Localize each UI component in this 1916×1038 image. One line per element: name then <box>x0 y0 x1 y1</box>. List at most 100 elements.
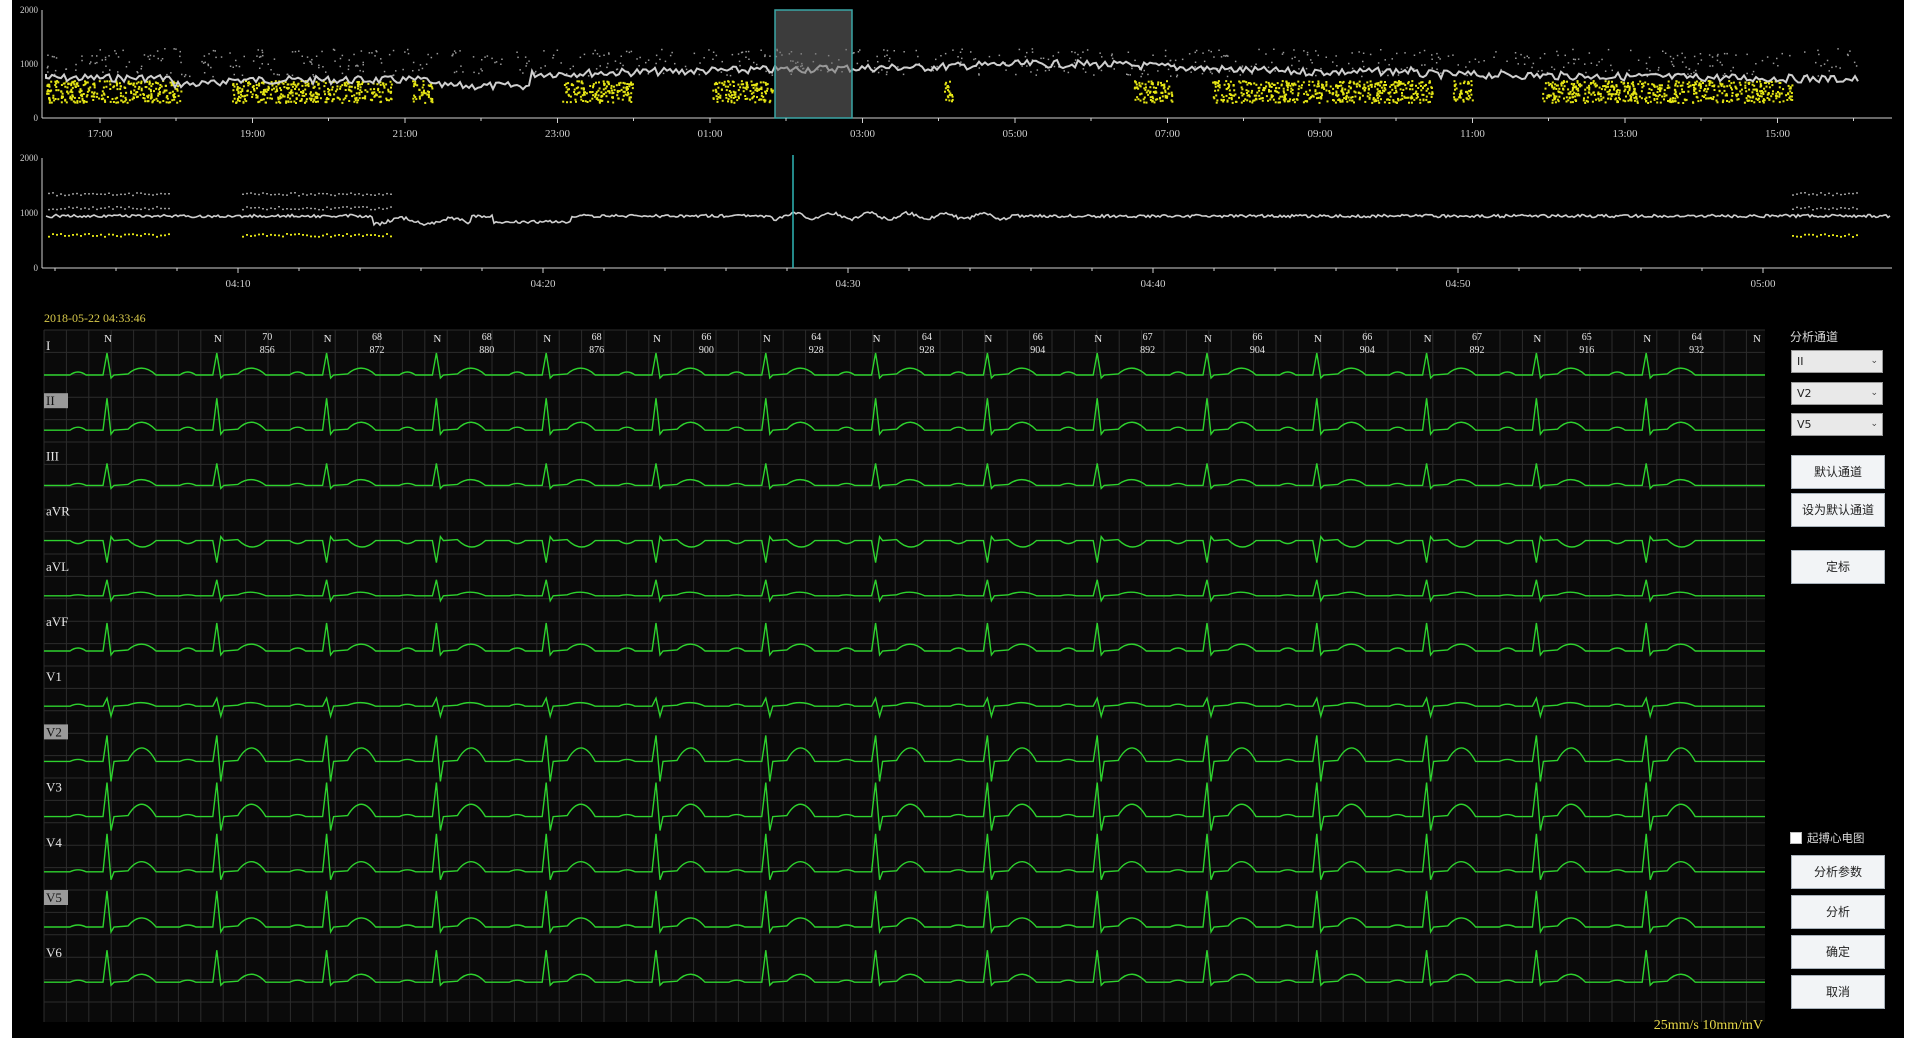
overview-beat-point <box>1150 82 1153 85</box>
cancel-button[interactable]: 取消 <box>1791 975 1885 1009</box>
overview-beat-point <box>1675 80 1678 83</box>
analyze-button[interactable]: 分析 <box>1791 895 1885 929</box>
confirm-button[interactable]: 确定 <box>1791 935 1885 969</box>
overview-beat-point <box>249 91 252 94</box>
overview-beat-point <box>1412 93 1415 95</box>
overview-beat-point <box>712 97 715 100</box>
ecg-lead-label-group[interactable]: V3 <box>46 780 62 795</box>
channel-select-1[interactable]: II ⌄ <box>1791 350 1883 373</box>
overview-beat-point <box>1758 95 1761 98</box>
overview-beat-point <box>1026 51 1028 54</box>
overview-beat-point <box>1681 52 1683 55</box>
overview-beat-point <box>574 98 577 101</box>
ecg-lead-label-group[interactable]: aVF <box>46 614 68 629</box>
overview-beat-point <box>325 98 328 101</box>
pacemaker-ecg-checkbox-row[interactable]: 起搏心电图 <box>1790 830 1865 846</box>
channel-select-3[interactable]: V5 ⌄ <box>1791 413 1883 436</box>
overview-beat-point <box>1228 97 1231 100</box>
default-channel-button[interactable]: 默认通道 <box>1791 455 1885 489</box>
overview-beat-point <box>1469 96 1472 99</box>
zoom-rr-trend[interactable]: 200010000 04:10 04:20 04:30 04:40 04:50 05:00 <box>12 150 1904 300</box>
overview-beat-point <box>1163 86 1166 89</box>
overview-beat-point <box>1681 88 1683 91</box>
ecg-lead-label-group[interactable]: V5 <box>44 890 68 905</box>
overview-beat-point <box>360 50 363 52</box>
zoom-beat-point <box>294 192 296 194</box>
ecg-12-lead-panel[interactable]: 2018-05-22 04:33:46 N N N N N N N N N N N N N N N N7085… <box>12 300 1904 1038</box>
overview-beat-point <box>655 62 657 65</box>
overview-beat-point <box>628 85 631 88</box>
overview-beat-point <box>1695 92 1698 95</box>
overview-beat-point <box>418 69 420 71</box>
calibrate-button[interactable]: 定标 <box>1791 550 1885 584</box>
overview-beat-point <box>1195 49 1198 52</box>
overview-beat-point <box>1556 98 1559 101</box>
overview-rr-trend[interactable]: 200010000 17:00 19:00 21:00 23:00 01:00 03:00… <box>12 0 1904 150</box>
overview-beat-point <box>1692 101 1695 104</box>
overview-beat-point <box>327 93 330 96</box>
overview-beat-point <box>125 91 128 94</box>
overview-beat-point <box>1722 74 1725 77</box>
overview-beat-point <box>622 90 625 93</box>
zoom-beat-point <box>342 206 344 208</box>
zoom-beat-point <box>104 235 106 238</box>
overview-beat-point <box>716 100 719 103</box>
overview-beat-point <box>1419 85 1422 87</box>
overview-beat-point <box>973 58 975 61</box>
analysis-params-button[interactable]: 分析参数 <box>1791 855 1885 889</box>
overview-beat-point <box>661 48 663 51</box>
overview-beat-point <box>1291 92 1294 95</box>
ecg-rr-interval-label: 932 <box>1689 345 1704 356</box>
channel-select-2[interactable]: V2 ⌄ <box>1791 382 1883 405</box>
overview-beat-point <box>1586 86 1589 89</box>
zoom-beat-point <box>144 207 146 209</box>
overview-beat-point <box>1735 54 1737 56</box>
overview-beat-point <box>315 80 318 83</box>
ecg-lead-label-group[interactable]: I <box>46 338 50 353</box>
overview-beat-point <box>1053 65 1056 68</box>
ecg-lead-label-group[interactable]: aVL <box>46 559 69 574</box>
overview-beat-point <box>578 80 580 83</box>
overview-beat-point <box>1342 93 1345 96</box>
overview-beat-point <box>1726 52 1728 55</box>
overview-beat-point <box>259 91 262 94</box>
overview-beat-point <box>1759 85 1762 88</box>
overview-beat-point <box>118 82 121 85</box>
overview-beat-point <box>153 55 155 57</box>
ecg-lead-label-group[interactable]: aVR <box>46 504 70 519</box>
overview-beat-point <box>81 55 83 57</box>
overview-beat-point <box>383 70 386 73</box>
overview-beat-point <box>72 95 74 98</box>
set-default-channel-button[interactable]: 设为默认通道 <box>1791 493 1885 527</box>
overview-beat-point <box>1554 83 1557 86</box>
overview-beat-point <box>357 65 359 67</box>
ecg-lead-label-group[interactable]: V1 <box>46 669 62 684</box>
ecg-lead-label-group[interactable]: V2 <box>44 724 68 740</box>
overview-beat-point <box>1541 69 1543 72</box>
ecg-lead-label-group[interactable]: V4 <box>46 835 62 850</box>
overview-beat-point <box>951 94 953 96</box>
overview-beat-point <box>1399 98 1402 101</box>
overview-beat-point <box>1305 90 1308 93</box>
ecg-lead-label-group[interactable]: III <box>46 448 59 463</box>
ecg-lead-label-group[interactable]: V6 <box>46 945 62 960</box>
overview-beat-point <box>856 62 859 65</box>
zoom-beat-point <box>64 235 66 237</box>
overview-beat-point <box>594 94 597 97</box>
pacemaker-ecg-checkbox[interactable] <box>1790 832 1802 844</box>
overview-beat-point <box>310 97 313 100</box>
overview-selection-window[interactable] <box>774 9 853 119</box>
overview-beat-point <box>575 100 577 103</box>
overview-beat-point <box>1325 81 1328 83</box>
overview-beat-point <box>1526 55 1528 57</box>
overview-beat-point <box>341 54 344 57</box>
overview-beat-point <box>1552 93 1555 96</box>
overview-beat-point <box>103 80 106 83</box>
overview-beat-point <box>315 97 318 99</box>
ecg-lead-label-group[interactable]: II <box>44 393 68 409</box>
zoom-beat-point <box>370 208 372 211</box>
overview-beat-point <box>283 86 286 89</box>
overview-beat-point <box>1566 80 1568 83</box>
overview-beat-point <box>1772 62 1775 65</box>
overview-beat-point <box>580 98 583 101</box>
